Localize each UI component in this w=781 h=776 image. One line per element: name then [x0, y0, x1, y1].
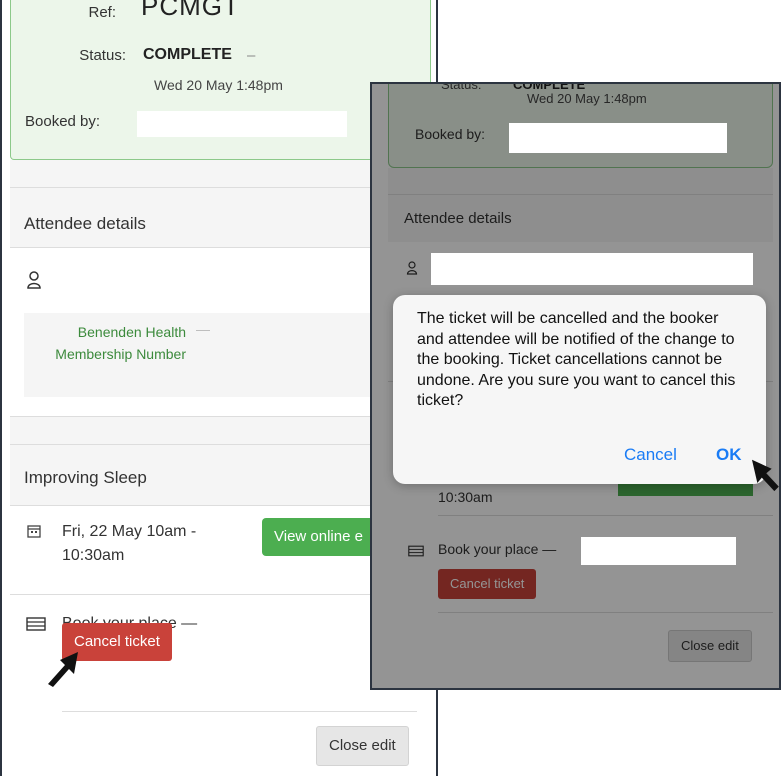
cancel-ticket-confirm-dialog: The ticket will be cancelled and the boo… — [393, 295, 766, 484]
section-spacer — [10, 160, 431, 188]
status-date: Wed 20 May 1:48pm — [154, 77, 283, 93]
dialog-ok-button[interactable]: OK — [716, 445, 742, 465]
section-spacer-2 — [10, 416, 431, 445]
attendee-header: Attendee details — [10, 187, 431, 248]
booked-by-label: Booked by: — [25, 113, 101, 130]
booking-summary-box: Ref: PCMGT Status: COMPLETE – Wed 20 May… — [10, 0, 431, 160]
event-date-row: Fri, 22 May 10am - 10:30am View online e — [10, 506, 436, 594]
membership-dash: — — [196, 321, 210, 337]
booked-by-value — [137, 111, 347, 137]
r-booked-by-value — [509, 123, 727, 153]
event-date: Fri, 22 May 10am - 10:30am — [62, 520, 196, 568]
event-header: Improving Sleep — [10, 444, 431, 506]
user-icon — [26, 270, 42, 295]
ref-value: PCMGT — [141, 0, 240, 21]
ticket-icon — [26, 617, 46, 636]
status-dash: – — [247, 47, 256, 64]
dialog-message: The ticket will be cancelled and the boo… — [417, 310, 736, 409]
status-value: COMPLETE — [143, 46, 232, 63]
event-date-line2: 10:30am — [62, 547, 125, 564]
r-book-place-value — [581, 537, 736, 565]
attendee-body: Benenden Health Membership Number — — [10, 248, 431, 416]
pointer-arrow-icon — [44, 650, 80, 693]
r-attendee-name-value — [431, 253, 753, 285]
event-date-line1: Fri, 22 May 10am - — [62, 523, 197, 540]
attendee-title: Attendee details — [24, 214, 146, 233]
ref-label: Ref: — [88, 4, 116, 21]
dialog-cancel-button[interactable]: Cancel — [624, 445, 677, 465]
event-title: Improving Sleep — [24, 468, 147, 487]
membership-label: Benenden Health Membership Number — [55, 324, 186, 362]
status-label: Status: — [79, 47, 126, 64]
close-edit-button[interactable]: Close edit — [316, 726, 409, 766]
pointer-arrow-icon-ok — [748, 458, 781, 497]
divider — [62, 711, 417, 712]
calendar-icon — [27, 524, 41, 543]
